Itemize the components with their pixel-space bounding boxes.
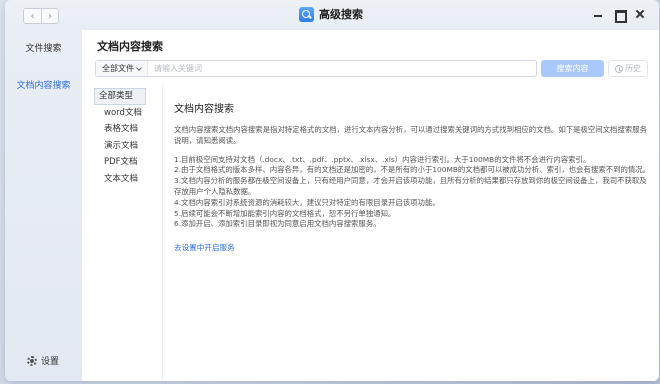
settings-label: 设置 [41, 357, 60, 367]
app-title: 高级搜索 [319, 8, 363, 21]
sidebar: 文件搜索 文档内容搜索 设置 [5, 30, 82, 381]
back-button[interactable]: ‹ [24, 9, 41, 23]
window-title: 高级搜索 [299, 6, 363, 22]
search-row: 全部文件 搜索内容 历史 [95, 60, 648, 77]
info-content: 文档内容搜索 文档内容搜索文档内容搜索是指对特定格式的文档，进行文本内容分析，可… [174, 100, 654, 253]
history-button[interactable]: 历史 [608, 60, 648, 77]
search-input[interactable] [148, 61, 536, 76]
search-app-icon [299, 6, 314, 22]
main-panel: 文档内容搜索 全部文件 搜索内容 历史 全部类型 word文档 表格文档 演示文… [82, 30, 659, 381]
type-item-spreadsheet[interactable]: 表格文档 [94, 121, 164, 138]
sidebar-item-document-search[interactable]: 文档内容搜索 [5, 78, 82, 91]
scope-dropdown[interactable]: 全部文件 [96, 61, 148, 76]
clock-icon [615, 64, 623, 73]
type-item-text[interactable]: 文本文档 [94, 171, 164, 188]
forward-button[interactable]: › [41, 9, 58, 23]
note-item: 1.目前极空间支持对文档（.docx、.txt、.pdf、.pptx、.xlsx… [174, 154, 591, 164]
sidebar-item-file-search[interactable]: 文件搜索 [5, 41, 82, 54]
type-item-word[interactable]: word文档 [94, 105, 164, 122]
gear-icon [27, 355, 37, 366]
window-controls [593, 9, 645, 23]
note-item: 5.后续可能会不断增加能索引内容的文档格式，恕不另行单独通知。 [174, 208, 396, 218]
search-content-button[interactable]: 搜索内容 [541, 60, 604, 77]
scope-label: 全部文件 [102, 64, 134, 73]
chevron-down-icon [136, 64, 142, 71]
content-intro: 文档内容搜索文档内容搜索是指对特定格式的文档，进行文本内容分析，可以通过搜索关键… [174, 125, 648, 145]
content-title: 文档内容搜索 [174, 104, 234, 115]
enable-service-link[interactable]: 去设置中开启服务 [174, 242, 654, 253]
note-item: 3.文档内容分析的服务都在极空间设备上，只有经用户同意，才会开启该项功能，且所有… [174, 176, 647, 196]
note-item: 4.文档内容索引对系统资源的消耗较大，建议只对特定的有限目录开启该项功能。 [174, 197, 440, 207]
note-item: 6.添加开启、添加索引目录即视为同意启用文档内容搜索服务。 [174, 219, 381, 229]
note-item: 2.由于文档格式的版本多样、内容各异，有的文档还是加密的，不是所有的小于100M… [174, 165, 651, 175]
type-item-presentation[interactable]: 演示文档 [94, 138, 164, 155]
app-window: ‹ › 高级搜索 文件搜索 文档内容搜索 设置 文档内容搜索 全部文件 请输入关… [5, 0, 659, 381]
close-icon[interactable] [635, 9, 645, 19]
title-bar: ‹ › 高级搜索 [5, 0, 659, 30]
type-item-pdf[interactable]: PDF文档 [94, 154, 164, 171]
maximize-icon[interactable] [614, 9, 627, 23]
settings-button[interactable]: 设置 [27, 354, 59, 367]
page-title: 文档内容搜索 [97, 40, 163, 53]
type-filter-list: 全部类型 word文档 表格文档 演示文档 PDF文档 文本文档 [94, 88, 164, 188]
type-item-all[interactable]: 全部类型 [94, 88, 146, 105]
minimize-icon[interactable] [593, 9, 603, 19]
nav-buttons: ‹ › [23, 8, 59, 24]
panel-divider [162, 85, 163, 381]
history-label: 历史 [625, 64, 641, 73]
search-box: 全部文件 [95, 60, 537, 77]
